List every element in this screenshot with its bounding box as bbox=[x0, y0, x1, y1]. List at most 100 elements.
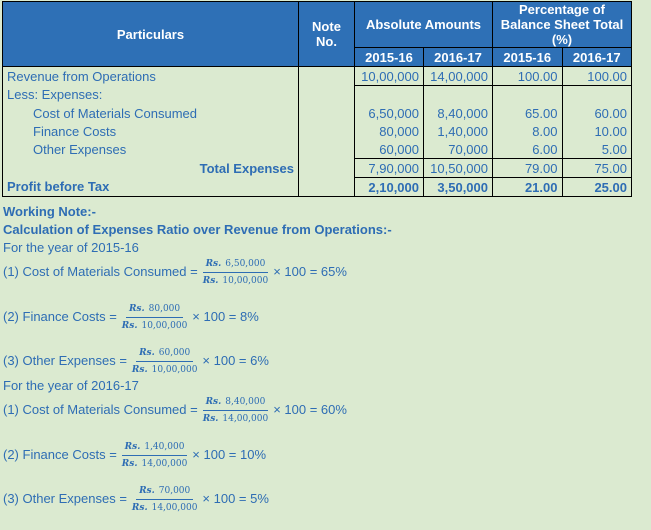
currency-label: Rs. bbox=[205, 396, 222, 407]
currency-label: Rs. bbox=[205, 258, 222, 269]
denominator: 14,00,000 bbox=[151, 502, 198, 513]
calc-label: (2) Finance Costs = bbox=[3, 309, 117, 324]
value-cell: 3,50,000 bbox=[423, 177, 493, 197]
value-cell: 65.00 bbox=[492, 104, 563, 122]
value-cell: 80,000 bbox=[354, 122, 424, 140]
denominator: 10,00,000 bbox=[151, 364, 198, 375]
currency-label: Rs. bbox=[121, 320, 138, 331]
value-cell: 100.00 bbox=[561, 66, 632, 86]
value-cell: 14,00,000 bbox=[423, 66, 493, 86]
currency-label: Rs. bbox=[121, 458, 138, 469]
value-cell: 2,10,000 bbox=[354, 177, 424, 197]
calc-label: (1) Cost of Materials Consumed = bbox=[3, 402, 198, 417]
currency-label: Rs. bbox=[124, 441, 141, 452]
calc-result: × 100 = 10% bbox=[192, 447, 267, 462]
denominator: 14,00,000 bbox=[222, 413, 269, 424]
calc-result: × 100 = 65% bbox=[273, 264, 347, 279]
calc-label: (1) Cost of Materials Consumed = bbox=[3, 264, 198, 279]
value-cell: 6,50,000 bbox=[354, 104, 424, 122]
value-cell: 79.00 bbox=[492, 158, 563, 178]
value-cell: 75.00 bbox=[561, 158, 632, 178]
value-cell: 5.00 bbox=[561, 140, 632, 159]
calculation-row: (2) Finance Costs = Rs. 1,40,000 Rs. 14,00,0… bbox=[3, 433, 392, 477]
calc-result: × 100 = 6% bbox=[202, 353, 269, 368]
fraction: Rs. 1,40,000 Rs. 14,00,000 bbox=[119, 441, 191, 470]
value-cell: 8,40,000 bbox=[423, 104, 493, 122]
calc-label: (2) Finance Costs = bbox=[3, 447, 117, 462]
fraction: Rs. 8,40,000 Rs. 14,00,000 bbox=[200, 396, 272, 425]
table-row: Revenue from Operations 10,00,000 14,00,… bbox=[2, 66, 632, 86]
numerator: 80,000 bbox=[148, 303, 181, 314]
row-label: Total Expenses bbox=[2, 158, 299, 178]
row-label: Other Expenses bbox=[2, 140, 299, 159]
header-percentage: Percentage of Balance Sheet Total (%) bbox=[492, 1, 632, 48]
currency-label: Rs. bbox=[139, 347, 155, 358]
working-notes: Working Note:- Calculation of Expenses R… bbox=[3, 203, 392, 521]
row-label: Cost of Materials Consumed bbox=[2, 104, 299, 122]
financial-statement-table: Particulars Note No. Absolute Amounts Pe… bbox=[2, 1, 632, 197]
denominator: 14,00,000 bbox=[141, 458, 188, 469]
calc-result: × 100 = 8% bbox=[192, 309, 259, 324]
numerator: 60,000 bbox=[158, 347, 191, 358]
header-particulars: Particulars bbox=[2, 1, 299, 67]
numerator: 1,40,000 bbox=[144, 441, 185, 452]
table-row-profit: Profit before Tax 2,10,000 3,50,000 21.0… bbox=[2, 177, 632, 197]
fraction: Rs. 70,000 Rs. 14,00,000 bbox=[129, 485, 201, 514]
value-cell: 6.00 bbox=[492, 140, 563, 159]
value-cell: 25.00 bbox=[561, 177, 632, 197]
currency-label: Rs. bbox=[131, 502, 148, 513]
year-heading: For the year of 2015-16 bbox=[3, 240, 139, 255]
fraction: Rs. 60,000 Rs. 10,00,000 bbox=[129, 347, 201, 376]
row-label: Finance Costs bbox=[2, 122, 299, 140]
calculation-row: (1) Cost of Materials Consumed = Rs. 8,40,… bbox=[3, 395, 392, 425]
value-cell: 10,50,000 bbox=[423, 158, 493, 178]
row-label: Less: Expenses: bbox=[2, 85, 299, 104]
calculation-row: (2) Finance Costs = Rs. 80,000 Rs. 10,00,000… bbox=[3, 295, 392, 339]
calculation-row: (1) Cost of Materials Consumed = Rs. 6,50,… bbox=[3, 257, 392, 287]
fraction: Rs. 6,50,000 Rs. 10,00,000 bbox=[200, 258, 272, 287]
value-cell: 7,90,000 bbox=[354, 158, 424, 178]
value-cell: 10,00,000 bbox=[354, 66, 424, 86]
notes-subtitle: Calculation of Expenses Ratio over Reven… bbox=[3, 222, 392, 237]
table-row: Finance Costs 80,000 1,40,000 8.00 10.00 bbox=[2, 122, 632, 140]
value-cell: 10.00 bbox=[561, 122, 632, 140]
header-note-no: Note No. bbox=[298, 1, 355, 67]
currency-label: Rs. bbox=[202, 275, 219, 286]
value-cell: 60,000 bbox=[354, 140, 424, 159]
denominator: 10,00,000 bbox=[222, 275, 269, 286]
numerator: 70,000 bbox=[158, 485, 191, 496]
value-cell: 70,000 bbox=[423, 140, 493, 159]
currency-label: Rs. bbox=[128, 303, 145, 314]
table-row: Cost of Materials Consumed 6,50,000 8,40… bbox=[2, 104, 632, 122]
header-year: 2016-17 bbox=[561, 47, 632, 67]
note-cell bbox=[298, 66, 355, 86]
value-cell: 8.00 bbox=[492, 122, 563, 140]
calc-result: × 100 = 5% bbox=[202, 491, 269, 506]
value-cell: 1,40,000 bbox=[423, 122, 493, 140]
numerator: 6,50,000 bbox=[225, 258, 266, 269]
numerator: 8,40,000 bbox=[225, 396, 266, 407]
currency-label: Rs. bbox=[139, 485, 155, 496]
notes-title: Working Note:- bbox=[3, 204, 96, 219]
table-row-total: Total Expenses 7,90,000 10,50,000 79.00 … bbox=[2, 158, 632, 178]
denominator: 10,00,000 bbox=[141, 320, 188, 331]
header-absolute-amounts: Absolute Amounts bbox=[354, 1, 493, 48]
calc-label: (3) Other Expenses = bbox=[3, 491, 127, 506]
header-year: 2016-17 bbox=[423, 47, 493, 67]
header-year: 2015-16 bbox=[492, 47, 563, 67]
calc-result: × 100 = 60% bbox=[273, 402, 347, 417]
table-row: Less: Expenses: bbox=[2, 85, 632, 104]
currency-label: Rs. bbox=[202, 413, 219, 424]
value-cell: 60.00 bbox=[561, 104, 632, 122]
calculation-row: (3) Other Expenses = Rs. 70,000 Rs. 14,00,00… bbox=[3, 477, 392, 521]
value-cell: 21.00 bbox=[492, 177, 563, 197]
header-year: 2015-16 bbox=[354, 47, 424, 67]
year-heading: For the year of 2016-17 bbox=[3, 378, 139, 393]
row-label: Profit before Tax bbox=[2, 177, 299, 197]
currency-label: Rs. bbox=[131, 364, 148, 375]
row-label: Revenue from Operations bbox=[2, 66, 299, 86]
value-cell: 100.00 bbox=[492, 66, 563, 86]
table-row: Other Expenses 60,000 70,000 6.00 5.00 bbox=[2, 140, 632, 159]
calc-label: (3) Other Expenses = bbox=[3, 353, 127, 368]
fraction: Rs. 80,000 Rs. 10,00,000 bbox=[119, 303, 191, 332]
